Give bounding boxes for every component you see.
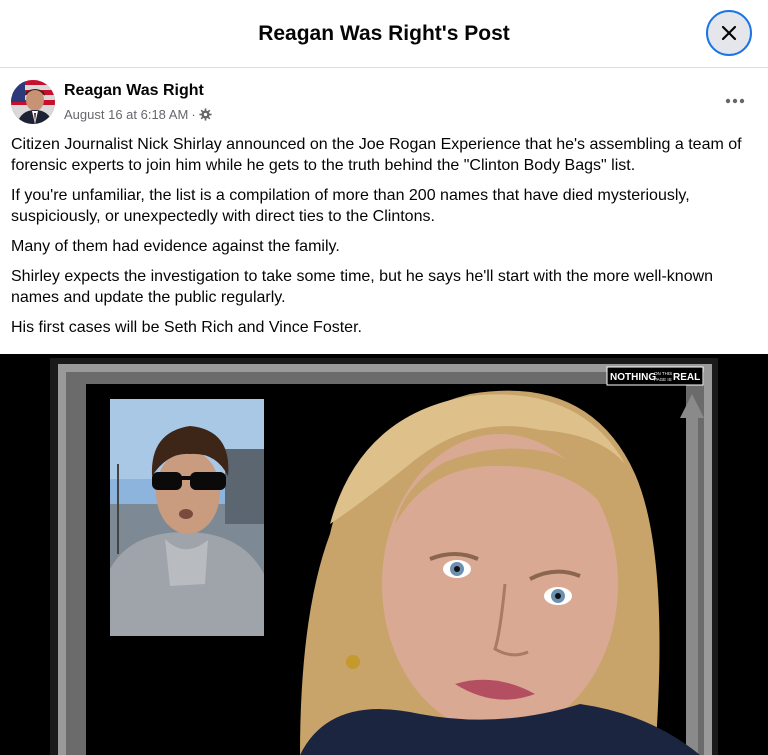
post-paragraph: Shirley expects the investigation to tak… [11,268,714,306]
watermark-text-small-1: ON THIS [654,371,672,376]
close-icon [721,25,737,41]
author-name[interactable]: Reagan Was Right [64,82,204,100]
inset-photo [110,399,264,636]
author-avatar[interactable] [11,80,55,124]
post-image-graphic: NOTHING ON THIS PAGE IS REAL [50,358,718,755]
more-options-button[interactable] [720,86,750,116]
dialog-title: Reagan Was Right's Post [258,21,510,45]
post-paragraph: Many of them had evidence against the fa… [11,238,340,255]
watermark-text-left: NOTHING [610,372,656,383]
more-options-icon [725,98,745,104]
post-paragraph: Citizen Journalist Nick Shirlay announce… [11,136,742,174]
watermark-text-right: REAL [673,372,700,383]
meta-separator: · [191,107,196,122]
close-button[interactable] [706,10,752,56]
post-body: Citizen Journalist Nick Shirlay announce… [11,134,759,347]
gear-icon[interactable] [199,108,212,121]
post-timestamp[interactable]: August 16 at 6:18 AM [64,107,188,122]
watermark-text-small-2: PAGE IS [654,377,672,382]
post-image[interactable]: NOTHING ON THIS PAGE IS REAL [0,354,768,755]
dialog-header: Reagan Was Right's Post [0,0,768,68]
post-meta: August 16 at 6:18 AM · [64,107,212,122]
post-paragraph: His first cases will be Seth Rich and Vi… [11,319,362,336]
post-paragraph: If you're unfamiliar, the list is a comp… [11,187,690,225]
